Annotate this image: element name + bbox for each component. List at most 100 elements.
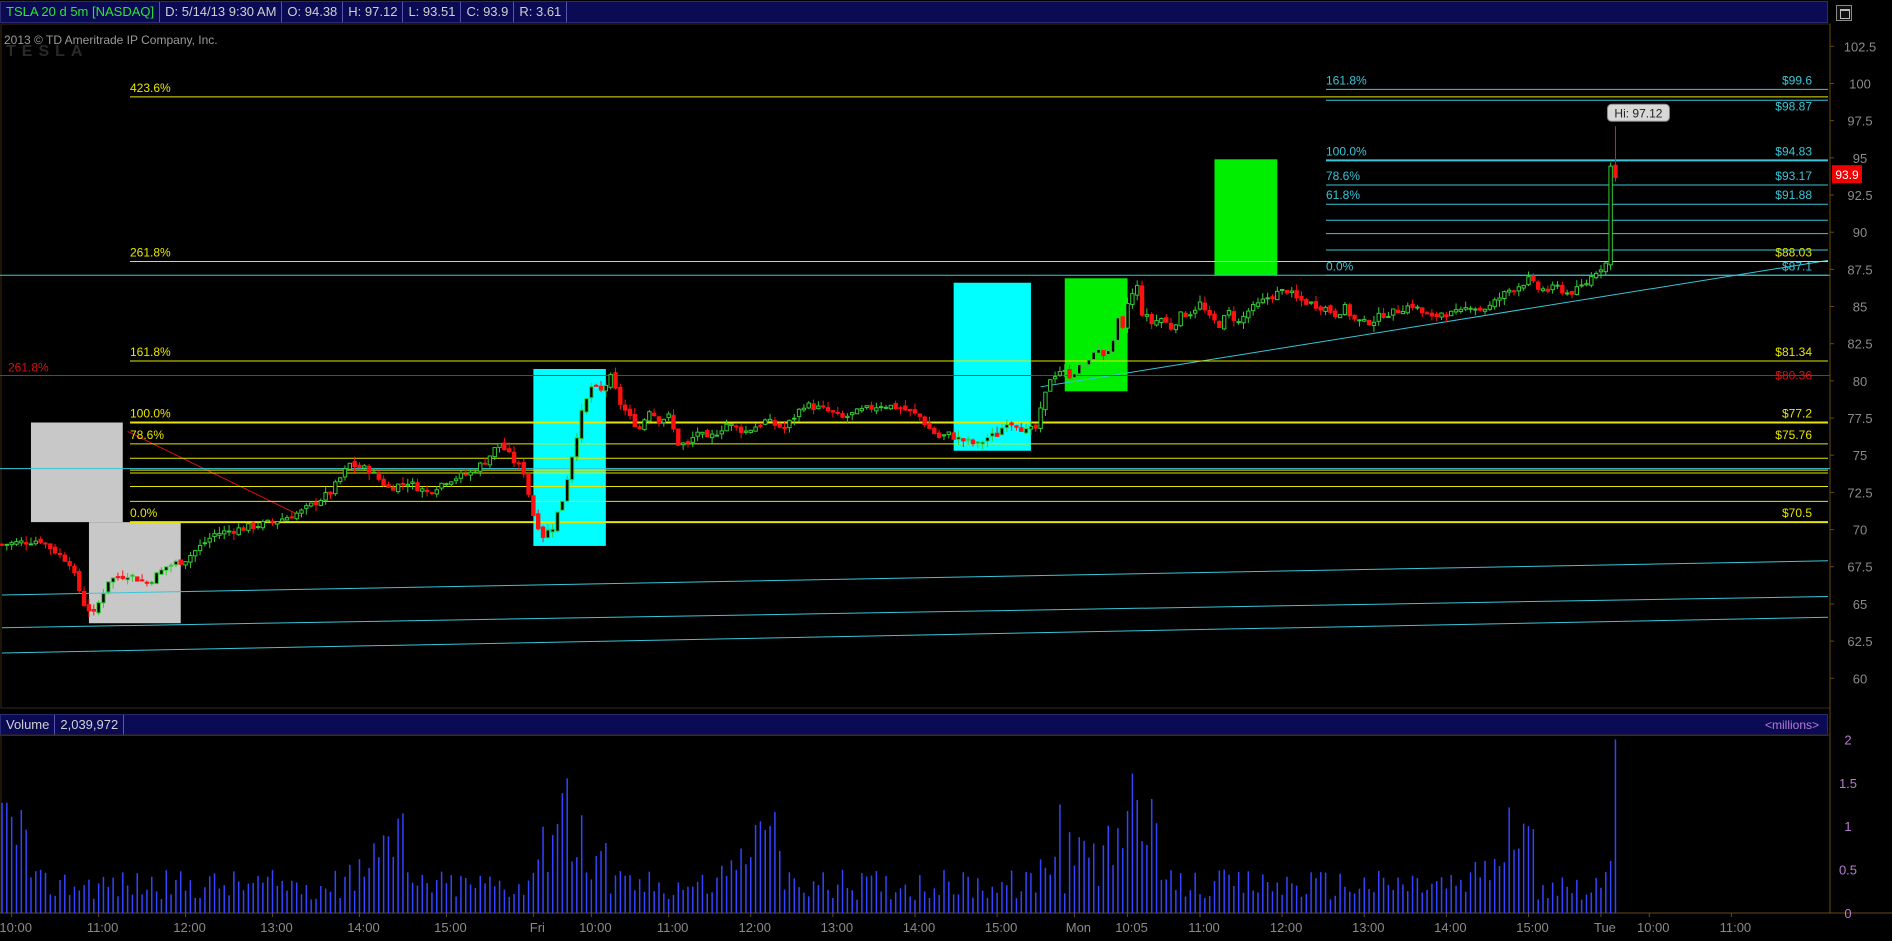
fib-right-price-label: $87.1 [1782,259,1812,273]
volume-tick-label: 1 [1844,819,1851,834]
candle-body [1173,324,1179,331]
candle-body [1135,284,1140,296]
candle-body [999,427,1005,436]
fib-right-level-label: 161.8% [1326,73,1367,87]
candle-body [622,404,628,411]
price-tick-label: 85 [1853,300,1867,315]
candle-body [1608,165,1613,266]
candle-body [1023,428,1029,434]
candle-body [1057,371,1063,376]
candle-body [1091,351,1096,361]
cyan-highlight-box [533,368,606,546]
candle-body [342,468,348,478]
hi-callout-label: Hi: 97.12 [1614,106,1662,120]
candle-body [1386,315,1391,318]
candle-body [666,413,671,419]
time-tick-label: Mon [1066,920,1091,935]
candle-body [782,426,787,429]
candle-body [1328,305,1333,313]
candle-body [362,465,367,469]
candle-body [1352,314,1357,320]
price-tick-label: 90 [1853,225,1867,240]
candle-body [1202,302,1208,311]
maximize-icon[interactable] [1836,5,1852,21]
candle-body [951,432,956,440]
candle-body [1613,164,1618,178]
candle-body [1516,286,1522,292]
candle-body [709,433,715,439]
candle-body [719,430,724,435]
candle-body [1511,290,1517,293]
candle-body [1603,262,1608,273]
candle-body [9,542,14,546]
candle-body [226,530,232,533]
candle-body [19,540,24,544]
time-tick-label: 15:00 [985,920,1018,935]
candle-body [1004,424,1009,429]
candle-body [1535,281,1541,290]
candle-body [1468,307,1473,310]
candle-body [1255,302,1261,307]
candle-body [449,481,454,485]
candle-body [540,526,546,538]
candle-body [275,521,280,525]
candle-body [1526,276,1531,286]
candle-body [671,414,676,430]
candle-body [38,538,43,543]
candle-body [1048,379,1053,392]
open-readout: O: 94.38 [282,2,344,22]
price-header-bar: TSLA 20 d 5m [NASDAQ] D: 5/14/13 9:30 AM… [0,1,1828,23]
candle-body [1487,304,1493,310]
candle-body [579,409,584,440]
candle-body [1159,318,1164,323]
candle-body [52,546,58,554]
candle-body [705,430,710,438]
candle-body [545,529,551,539]
candle-body [487,455,493,466]
candle-body [758,424,763,427]
candle-body [1110,339,1116,353]
candle-body [1564,292,1570,295]
candle-body [294,512,299,520]
candle-body [473,471,478,474]
fib-left-price-label: $77.2 [1782,407,1812,421]
candle-body [1052,376,1058,380]
symbol-label[interactable]: TSLA 20 d 5m [NASDAQ] [1,2,161,22]
volume-label: Volume [1,715,56,735]
candle-body [410,481,415,485]
candle-body [1391,308,1396,316]
candle-body [816,405,821,410]
candle-body [1492,299,1497,308]
hi-callout [1606,103,1670,122]
candle-body [845,415,850,418]
candle-body [149,581,154,585]
candle-body [1531,275,1536,282]
candle-body [1009,422,1014,426]
red-fib-anchor-line [127,430,302,517]
fib-left-price-label: $88.03 [1775,245,1812,259]
candle-body [555,511,560,532]
candle-body [1395,309,1401,314]
candle-body [1178,311,1183,327]
candle-body [43,542,48,545]
candle-body [125,577,130,581]
candle-body [1579,284,1584,287]
time-tick-label: 13:00 [1352,920,1385,935]
fib-left-level-label: 0.0% [130,506,158,520]
candle-body [806,402,811,409]
candle-body [888,404,894,410]
candle-body [183,561,188,566]
time-tick-label: 15:00 [1516,920,1549,935]
candle-body [110,577,116,583]
candle-body [1294,290,1299,299]
candle-body [1434,313,1439,317]
candle-body [1028,425,1034,430]
candle-body [1357,319,1362,322]
candle-body [444,483,449,486]
candle-body [526,473,531,495]
time-tick-label: 10:00 [579,920,612,935]
fib-right-level-label: 100.0% [1326,144,1367,158]
candle-body [376,472,381,480]
candle-body [618,386,623,405]
candle-body [400,482,406,485]
